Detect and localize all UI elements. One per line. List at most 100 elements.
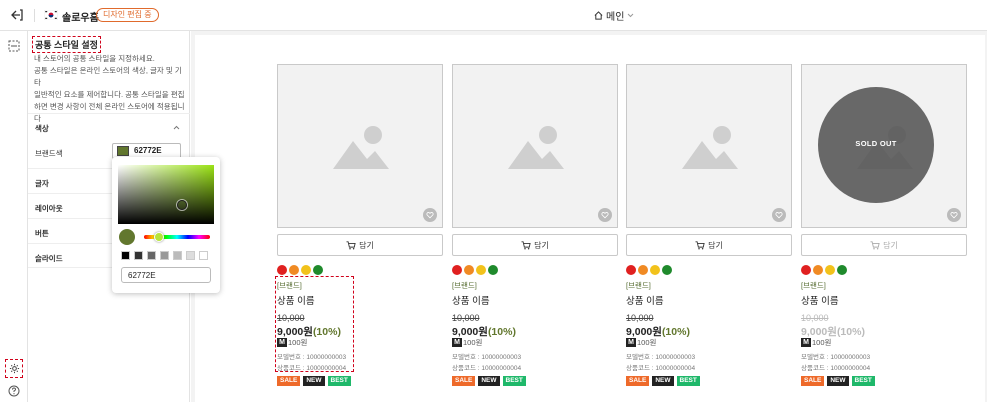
heart-icon [775, 212, 783, 219]
product-brand: [브랜드] [452, 281, 477, 290]
help-icon[interactable] [8, 385, 20, 397]
preset-color-swatch[interactable] [160, 251, 169, 260]
model-number: 모델번호 : 10000000003 [277, 354, 347, 361]
wishlist-button[interactable] [598, 208, 612, 222]
saturation-value-area[interactable] [118, 165, 214, 224]
product-brand: [브랜드] [277, 281, 302, 290]
product-name[interactable]: 상품 이름 [801, 293, 839, 307]
color-option-dot[interactable] [452, 265, 462, 275]
color-option-dot[interactable] [313, 265, 323, 275]
product-card[interactable]: SOLD OUT 담기 [브랜드] 상품 이름 10,000 9,000원(10%) M 10… [801, 64, 967, 404]
description-line: 내 스토어의 공통 스타일을 지정하세요. [34, 54, 155, 63]
original-price: 10,000 [452, 313, 480, 323]
color-option-dot[interactable] [650, 265, 660, 275]
section-text-label: 글자 [35, 179, 49, 188]
section-slider-label: 슬라이드 [35, 254, 63, 263]
tag-sale: SALE [452, 376, 476, 386]
hex-color-input[interactable] [121, 267, 211, 283]
color-option-dot[interactable] [638, 265, 648, 275]
color-option-dot[interactable] [488, 265, 498, 275]
product-thumbnail[interactable] [626, 64, 792, 228]
product-tags: SALE NEW BEST [452, 376, 526, 386]
product-name[interactable]: 상품 이름 [277, 293, 315, 307]
section-layout-icon[interactable] [8, 40, 20, 52]
color-option-dot[interactable] [837, 265, 847, 275]
tag-new: NEW [652, 376, 674, 386]
color-option-dot[interactable] [277, 265, 287, 275]
product-name[interactable]: 상품 이름 [626, 293, 664, 307]
product-card[interactable]: 담기 [브랜드] 상품 이름 10,000 9,000원(10%) M 100원 모델번호 :… [452, 64, 618, 404]
exit-icon[interactable] [10, 8, 24, 22]
product-thumbnail[interactable] [452, 64, 618, 228]
color-option-dot[interactable] [813, 265, 823, 275]
product-code: 상품코드 : 10000000004 [277, 365, 347, 372]
wishlist-button[interactable] [772, 208, 786, 222]
preset-color-swatch[interactable] [121, 251, 130, 260]
color-option-dot[interactable] [289, 265, 299, 275]
product-code: 상품코드 : 10000000004 [626, 365, 696, 372]
home-icon [594, 11, 603, 20]
brand-color-value: 62772E [134, 146, 162, 155]
chevron-up-icon[interactable] [173, 125, 180, 130]
product-card[interactable]: 담기 [브랜드] 상품 이름 10,000 9,000원(10%) M 100원 모델번호 :… [275, 64, 443, 404]
point-value: 100원 [288, 338, 308, 347]
discount-rate: (10%) [312, 326, 341, 338]
wishlist-button[interactable] [423, 208, 437, 222]
tag-new: NEW [827, 376, 849, 386]
preset-color-swatch[interactable] [186, 251, 195, 260]
image-placeholder-icon [508, 126, 564, 169]
add-to-cart-button[interactable]: 담기 [277, 234, 443, 256]
product-card[interactable]: 담기 [브랜드] 상품 이름 10,000 9,000원(10%) M 100원 모델번호 :… [626, 64, 792, 404]
color-option-dot[interactable] [301, 265, 311, 275]
cart-icon [695, 240, 705, 250]
brand-color-label: 브랜드색 [35, 149, 63, 158]
color-option-dot[interactable] [626, 265, 636, 275]
hue-slider-handle[interactable] [154, 232, 164, 242]
saturation-handle[interactable] [177, 200, 187, 210]
preset-color-swatch[interactable] [199, 251, 208, 260]
add-to-cart-label: 담기 [708, 240, 723, 250]
color-option-dot[interactable] [801, 265, 811, 275]
edit-status-badge: 디자인 편집 중 [96, 8, 159, 22]
discount-rate: (10%) [661, 326, 690, 338]
top-bar: 솔로우홈 디자인 편집 중 메인 [0, 0, 987, 31]
product-name[interactable]: 상품 이름 [452, 293, 490, 307]
color-option-dot[interactable] [825, 265, 835, 275]
add-to-cart-button[interactable]: 담기 [626, 234, 792, 256]
store-name: 솔로우홈 [62, 13, 99, 24]
add-to-cart-button[interactable]: 담기 [452, 234, 618, 256]
theme-settings-button[interactable] [5, 359, 23, 378]
color-picker-popover [112, 157, 220, 293]
add-to-cart-button[interactable]: 담기 [801, 234, 967, 256]
heart-icon [426, 212, 434, 219]
add-to-cart-label: 담기 [534, 240, 549, 250]
discount-rate: (10%) [487, 326, 516, 338]
wishlist-button[interactable] [947, 208, 961, 222]
brand-color-swatch [117, 146, 129, 156]
product-code: 상품코드 : 10000000004 [452, 365, 522, 372]
model-number: 모델번호 : 10000000003 [801, 354, 871, 361]
color-option-dot[interactable] [662, 265, 672, 275]
image-placeholder-icon [333, 126, 389, 169]
point-info: M 100원 [626, 337, 656, 348]
cart-icon [346, 240, 356, 250]
tag-sale: SALE [801, 376, 825, 386]
color-options [801, 265, 847, 275]
color-option-dot[interactable] [464, 265, 474, 275]
korea-flag-icon [44, 10, 58, 20]
tag-best: BEST [676, 376, 700, 386]
product-tags: SALE NEW BEST [801, 376, 875, 386]
product-tags: SALE NEW BEST [277, 376, 351, 386]
preset-color-swatch[interactable] [147, 251, 156, 260]
page-select[interactable]: 메인 [594, 8, 634, 23]
original-price: 10,000 [801, 313, 829, 323]
product-thumbnail[interactable]: SOLD OUT [801, 64, 967, 228]
add-to-cart-label: 담기 [883, 240, 898, 250]
point-badge: M [626, 338, 636, 347]
preset-color-swatch[interactable] [134, 251, 143, 260]
cart-icon [870, 240, 880, 250]
preset-color-swatch[interactable] [173, 251, 182, 260]
product-thumbnail[interactable] [277, 64, 443, 228]
description-line: 하면 변경 사항이 전체 온라인 스토어에 적용됩니 [34, 102, 185, 111]
color-option-dot[interactable] [476, 265, 486, 275]
